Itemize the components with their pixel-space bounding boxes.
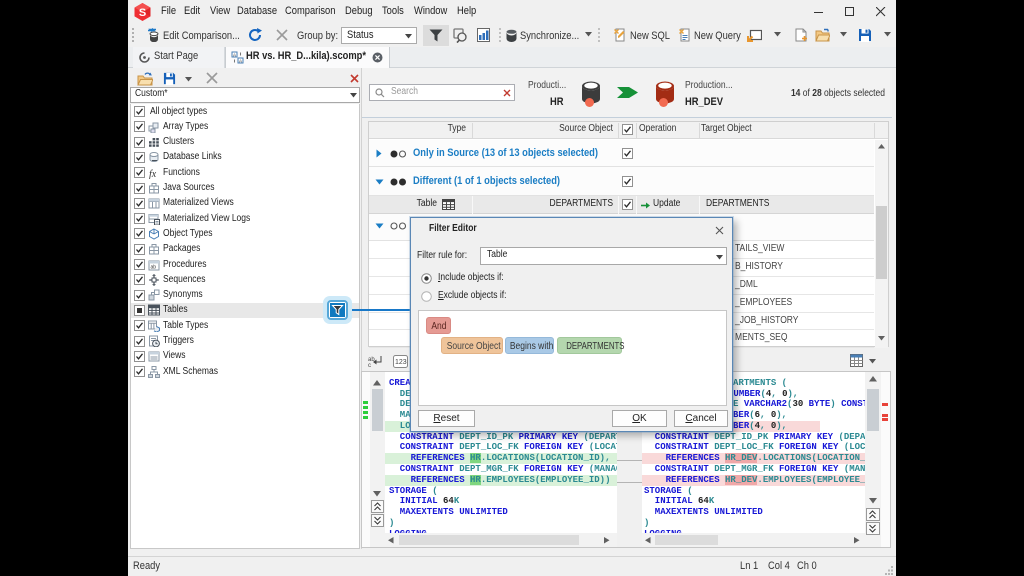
svg-text:c: c xyxy=(368,363,371,368)
svg-text:ab: ab xyxy=(151,264,157,270)
svg-text:fx: fx xyxy=(149,169,157,179)
svg-text:123: 123 xyxy=(395,359,407,366)
svg-text:S: S xyxy=(139,7,146,19)
svg-text:A: A xyxy=(233,52,236,57)
svg-text:A: A xyxy=(239,58,242,63)
